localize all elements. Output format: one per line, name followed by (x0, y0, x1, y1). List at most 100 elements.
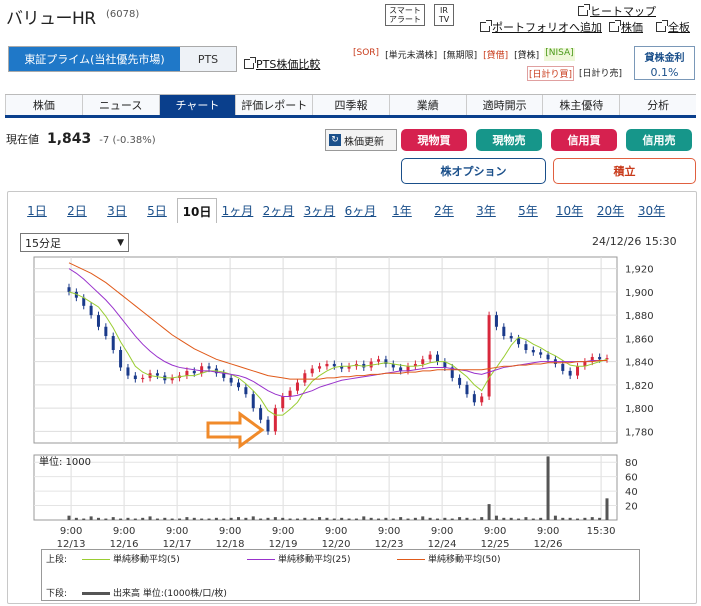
x-tick-time: 9:00 (166, 526, 188, 537)
candle-body (487, 315, 491, 397)
volume-bar (391, 518, 395, 520)
volume-bar (295, 518, 299, 520)
volume-bar (229, 517, 233, 520)
candle-body (576, 366, 580, 376)
volume-plot-frame (33, 454, 618, 521)
volume-bar (273, 517, 277, 520)
volume-bar (148, 516, 152, 520)
volume-bar (487, 504, 491, 520)
candle-body (509, 336, 513, 339)
volume-bar (119, 518, 123, 520)
volume-tick-label: 20 (625, 502, 638, 513)
volume-bar (207, 518, 211, 520)
volume-bar (399, 517, 403, 520)
candle-body (259, 408, 263, 420)
candle-body (561, 363, 565, 371)
volume-bar (472, 518, 476, 520)
volume-bar (384, 517, 388, 520)
volume-bar (413, 517, 417, 520)
ma25-line-icon (247, 559, 275, 560)
candle-body (310, 368, 314, 374)
legend-upper-label: 上段: (46, 555, 68, 565)
candle-body (119, 350, 123, 368)
candle-body (266, 419, 270, 432)
candle-body (494, 315, 498, 327)
volume-bar (266, 517, 270, 520)
candle-body (237, 382, 241, 388)
x-tick-time: 9:00 (537, 526, 559, 537)
volume-tick-label: 80 (625, 458, 638, 469)
candle-body (89, 305, 93, 316)
volume-bar (126, 517, 130, 520)
volume-bar (517, 518, 521, 520)
volume-bar (170, 518, 174, 520)
candle-body (435, 354, 439, 362)
volume-bar (450, 518, 454, 520)
volume-bar (214, 517, 218, 520)
volume-bar (185, 517, 189, 520)
volume-bar (74, 517, 78, 520)
candle-body (502, 326, 506, 337)
volume-bar (590, 517, 594, 520)
x-tick-time: 9:00 (431, 526, 453, 537)
y-tick-label: 1,800 (625, 404, 654, 415)
candle-body (200, 366, 204, 374)
candle-body (104, 326, 108, 337)
candle-body (244, 387, 248, 395)
volume-tick-label: 60 (625, 473, 638, 484)
x-tick-time: 9:00 (60, 526, 82, 537)
candle-body (598, 356, 602, 360)
volume-bar (281, 517, 285, 520)
chart-legend: 上段: 単純移動平均(5) 単純移動平均(25) 単純移動平均(50) 下段: … (41, 549, 640, 601)
candle-body (428, 354, 432, 360)
candle-body (303, 373, 307, 383)
y-tick-label: 1,880 (625, 311, 654, 322)
volume-bar (244, 517, 248, 520)
candle-body (111, 336, 115, 350)
x-tick-time: 9:00 (272, 526, 294, 537)
legend-volume: 出来高 単位:(1000株/口/枚) (82, 586, 227, 599)
y-tick-label: 1,820 (625, 381, 654, 392)
candle-body (126, 367, 130, 376)
volume-bar (237, 517, 241, 520)
volume-bar (480, 517, 484, 520)
volume-bar (605, 498, 609, 520)
volume-line-icon (82, 592, 110, 595)
volume-bar (465, 517, 469, 520)
volume-bar (539, 517, 543, 520)
x-tick-time: 15:30 (587, 526, 616, 537)
volume-bar (509, 517, 513, 520)
candle-body (281, 396, 285, 409)
volume-bar (421, 516, 425, 520)
candle-body (325, 363, 329, 367)
volume-bar (406, 518, 410, 520)
candle-body (318, 366, 322, 369)
candle-body (421, 359, 425, 364)
candle-body (568, 370, 572, 376)
volume-bar (583, 517, 587, 520)
volume-bar (524, 517, 528, 520)
volume-bar (82, 518, 86, 520)
candle-body (524, 344, 528, 350)
candle-body (465, 384, 469, 395)
volume-bar (141, 517, 145, 520)
candle-body (546, 354, 550, 360)
candle-body (155, 373, 159, 376)
volume-bar (310, 518, 314, 520)
volume-bar (133, 518, 137, 520)
volume-bar (377, 518, 381, 520)
volume-bar (598, 517, 602, 520)
volume-bar (192, 517, 196, 520)
candle-body (377, 359, 381, 362)
volume-tick-label: 40 (625, 487, 638, 498)
volume-bar (428, 517, 432, 520)
legend-ma5: 単純移動平均(5) (82, 552, 180, 565)
candle-body (295, 382, 299, 391)
y-tick-label: 1,860 (625, 334, 654, 345)
volume-bar (362, 516, 366, 520)
volume-bar (354, 518, 358, 520)
volume-bar (259, 518, 263, 520)
legend-ma50: 単純移動平均(50) (397, 552, 500, 565)
volume-bar (458, 517, 462, 520)
candle-body (539, 352, 543, 355)
